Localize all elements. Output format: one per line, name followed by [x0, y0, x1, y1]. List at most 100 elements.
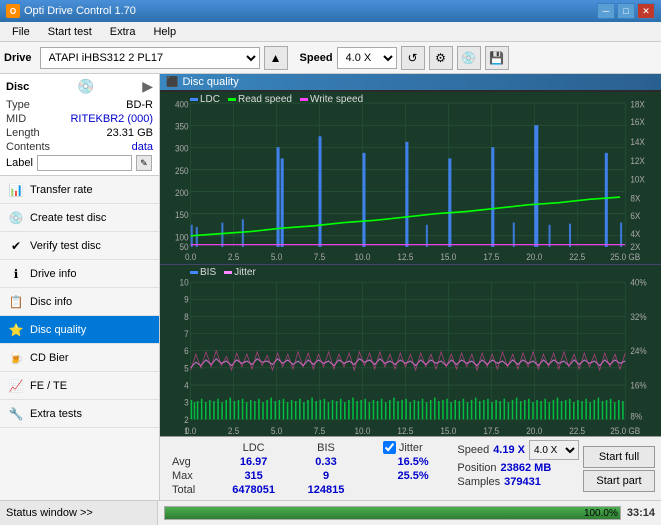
speed-dropdown[interactable]: 4.0 X 2.0 X 8.0 X: [529, 440, 579, 460]
minimize-button[interactable]: ─: [597, 3, 615, 19]
svg-text:8%: 8%: [630, 410, 642, 421]
jitter-header: Jitter: [377, 440, 450, 455]
svg-text:10.0: 10.0: [354, 425, 370, 436]
total-label: Total: [166, 483, 215, 497]
svg-text:5: 5: [184, 362, 189, 373]
read-speed-legend-label: Read speed: [238, 94, 292, 105]
total-bis: 124815: [292, 483, 360, 497]
bis-header: BIS: [292, 440, 360, 455]
svg-text:7.5: 7.5: [314, 252, 326, 262]
svg-text:7.5: 7.5: [314, 425, 326, 436]
svg-text:5.0: 5.0: [271, 252, 283, 262]
position-label: Position: [457, 462, 496, 474]
drive-select[interactable]: ATAPI iHBS312 2 PL17: [40, 47, 260, 69]
ldc-legend: LDC: [190, 94, 220, 105]
label-edit-button[interactable]: ✎: [136, 155, 152, 171]
jitter-checkbox-label[interactable]: Jitter: [383, 441, 444, 454]
sidebar: Disc 💿 ▶ Type BD-R MID RITEKBR2 (000) Le…: [0, 74, 160, 500]
sidebar-item-transfer-rate[interactable]: 📊 Transfer rate: [0, 176, 159, 204]
titlebar-left: O Opti Drive Control 1.70: [6, 4, 136, 18]
disc-icon: 💿: [77, 78, 94, 95]
status-window-button[interactable]: Status window >>: [0, 501, 158, 525]
menu-file[interactable]: File: [4, 24, 38, 40]
sidebar-label-fe-te: FE / TE: [30, 380, 67, 392]
samples-row: Samples 379431: [457, 476, 579, 488]
sidebar-item-extra-tests[interactable]: 🔧 Extra tests: [0, 400, 159, 428]
disc-length-value: 23.31 GB: [107, 127, 153, 139]
start-full-button[interactable]: Start full: [583, 446, 655, 468]
svg-text:3: 3: [184, 397, 189, 408]
write-speed-legend-dot: [300, 98, 308, 101]
svg-text:0.0: 0.0: [185, 425, 197, 436]
extra-tests-icon: 🔧: [8, 406, 24, 422]
disc-arrow: ▶: [142, 78, 153, 95]
jitter-legend-dot: [224, 271, 232, 274]
menu-start-test[interactable]: Start test: [40, 24, 100, 40]
sidebar-item-verify-test-disc[interactable]: ✔ Verify test disc: [0, 232, 159, 260]
svg-text:25.0 GB: 25.0 GB: [610, 425, 640, 436]
speed-label: Speed: [300, 52, 333, 64]
disc-label-input[interactable]: [37, 155, 132, 171]
sidebar-item-cd-bier[interactable]: 🍺 CD Bier: [0, 344, 159, 372]
svg-text:2: 2: [184, 414, 189, 425]
disc-label-text: Label: [6, 157, 33, 169]
disc-mid-row: MID RITEKBR2 (000): [6, 113, 153, 125]
disc-label-row: Label ✎: [6, 155, 153, 171]
sidebar-item-disc-info[interactable]: 📋 Disc info: [0, 288, 159, 316]
save-button[interactable]: 💾: [485, 46, 509, 70]
svg-text:16X: 16X: [630, 117, 645, 127]
refresh-button[interactable]: ↺: [401, 46, 425, 70]
svg-text:24%: 24%: [630, 345, 647, 356]
disc-button[interactable]: 💿: [457, 46, 481, 70]
menu-help[interactable]: Help: [145, 24, 184, 40]
svg-text:22.5: 22.5: [569, 252, 585, 262]
disc-length-label: Length: [6, 127, 40, 139]
svg-text:400: 400: [175, 99, 189, 109]
avg-label: Avg: [166, 455, 215, 469]
svg-text:50: 50: [180, 242, 189, 252]
eject-button[interactable]: ▲: [264, 46, 288, 70]
speed-stat-value: 4.19 X: [493, 444, 525, 456]
disc-header: Disc 💿 ▶: [6, 78, 153, 95]
sidebar-item-drive-info[interactable]: ℹ Drive info: [0, 260, 159, 288]
sidebar-item-fe-te[interactable]: 📈 FE / TE: [0, 372, 159, 400]
sidebar-item-disc-quality[interactable]: ⭐ Disc quality: [0, 316, 159, 344]
speed-select[interactable]: 4.0 X 2.0 X 8.0 X: [337, 47, 397, 69]
max-label: Max: [166, 469, 215, 483]
bis-legend-dot: [190, 271, 198, 274]
svg-text:17.5: 17.5: [483, 425, 499, 436]
start-part-button[interactable]: Start part: [583, 470, 655, 492]
drive-info-icon: ℹ: [8, 266, 24, 282]
svg-text:6: 6: [184, 345, 189, 356]
progress-text: 100.0%: [584, 507, 618, 521]
disc-contents-value: data: [132, 141, 153, 153]
close-button[interactable]: ✕: [637, 3, 655, 19]
bottom-chart-svg: 10 9 8 7 6 5 4 3 2 1 40% 32% 24% 16% 8%: [160, 265, 661, 437]
titlebar: O Opti Drive Control 1.70 ─ □ ✕: [0, 0, 661, 22]
svg-text:15.0: 15.0: [440, 425, 456, 436]
settings-button[interactable]: ⚙: [429, 46, 453, 70]
disc-length-row: Length 23.31 GB: [6, 127, 153, 139]
bottom-chart: BIS Jitter: [160, 265, 661, 437]
avg-bis: 0.33: [292, 455, 360, 469]
cd-bier-icon: 🍺: [8, 350, 24, 366]
stats-table: LDC BIS Jitter Avg 16.97 0: [166, 440, 449, 497]
disc-type-value: BD-R: [126, 99, 153, 111]
disc-contents-row: Contents data: [6, 141, 153, 153]
svg-text:2.5: 2.5: [228, 425, 240, 436]
menu-extra[interactable]: Extra: [102, 24, 144, 40]
jitter-checkbox[interactable]: [383, 441, 396, 454]
svg-text:150: 150: [175, 210, 189, 220]
svg-text:8: 8: [184, 311, 189, 322]
titlebar-controls[interactable]: ─ □ ✕: [597, 3, 655, 19]
sidebar-label-extra-tests: Extra tests: [30, 408, 82, 420]
verify-test-disc-icon: ✔: [8, 238, 24, 254]
progress-bar-container: 100.0%: [164, 506, 621, 520]
disc-panel: Disc 💿 ▶ Type BD-R MID RITEKBR2 (000) Le…: [0, 74, 159, 176]
maximize-button[interactable]: □: [617, 3, 635, 19]
top-chart-svg: 400 350 300 250 200 150 100 50 18X 16X 1…: [160, 92, 661, 264]
max-jitter: 25.5%: [377, 469, 450, 483]
sidebar-item-create-test-disc[interactable]: 💿 Create test disc: [0, 204, 159, 232]
samples-value: 379431: [504, 476, 541, 488]
svg-text:20.0: 20.0: [526, 425, 542, 436]
